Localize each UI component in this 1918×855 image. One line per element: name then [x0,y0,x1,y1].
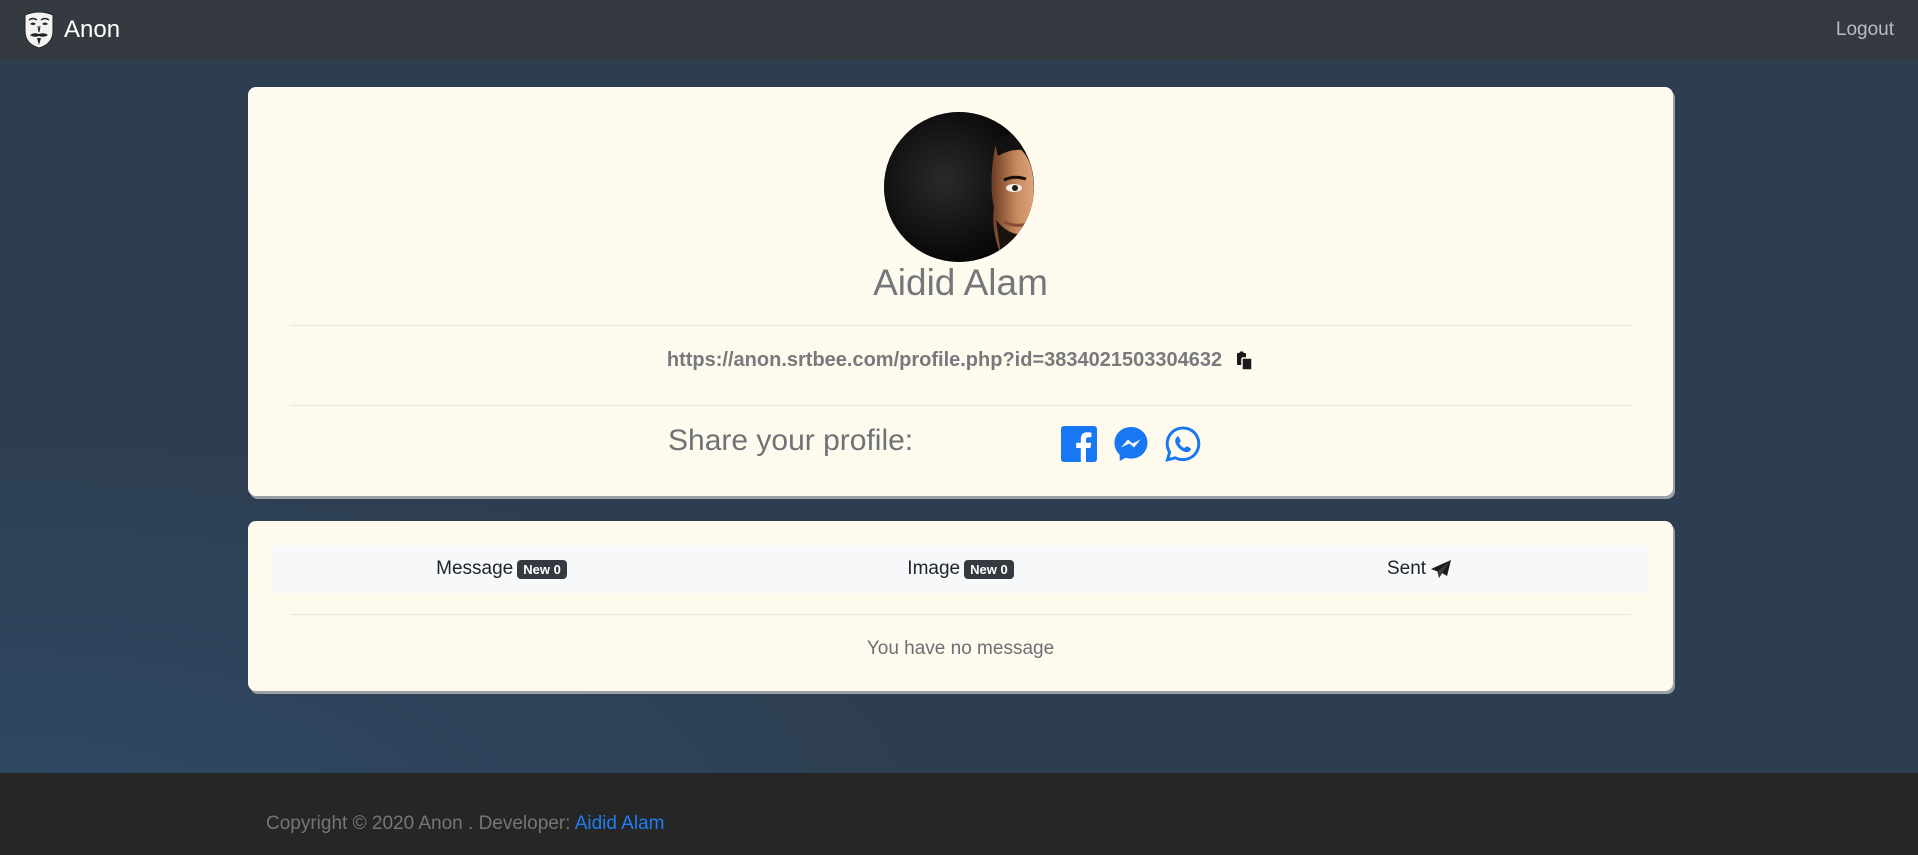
copyright-text: Copyright © 2020 Anon . Developer: [266,813,575,834]
anonymous-mask-icon [24,11,54,49]
brand-name: Anon [64,16,121,43]
navbar: Anon Logout [0,0,1918,60]
share-label: Share your profile: [668,424,914,457]
profile-name: Aidid Alam [873,262,1048,303]
tab-sent-label: Sent [1386,558,1427,579]
tab-image-label: Image [907,558,961,579]
copy-icon[interactable] [1236,351,1254,371]
messages-card: Message New 0 Image New 0 Sent You have … [248,521,1673,691]
paper-plane-icon [1431,560,1452,578]
facebook-icon[interactable] [1061,426,1097,462]
empty-message-text: You have no message [866,638,1055,659]
tab-sent[interactable]: Sent [1190,558,1649,580]
whatsapp-icon[interactable] [1165,426,1201,462]
tab-message-label: Message [436,558,514,579]
tab-message[interactable]: Message New 0 [272,558,731,580]
message-new-badge: New 0 [517,559,567,579]
share-icons [1061,426,1201,462]
brand-link[interactable]: Anon [22,11,120,49]
divider [290,614,1631,615]
divider [290,405,1631,406]
footer: Copyright © 2020 Anon . Developer: Aidid… [0,773,1918,855]
logout-link[interactable]: Logout [1836,19,1894,41]
profile-link-row: https://anon.srtbee.com/profile.php?id=3… [248,349,1673,372]
avatar [884,112,1034,262]
footer-text: Copyright © 2020 Anon . Developer: Aidid… [266,813,664,835]
tab-image[interactable]: Image New 0 [731,558,1190,580]
divider [290,325,1631,326]
avatar-photo [884,112,1034,262]
profile-card: Aidid Alam https://anon.srtbee.com/profi… [248,87,1673,496]
profile-url[interactable]: https://anon.srtbee.com/profile.php?id=3… [667,349,1222,372]
messenger-icon[interactable] [1113,426,1149,462]
message-tabs: Message New 0 Image New 0 Sent [272,545,1649,593]
developer-link[interactable]: Aidid Alam [575,813,665,834]
image-new-badge: New 0 [964,559,1014,579]
